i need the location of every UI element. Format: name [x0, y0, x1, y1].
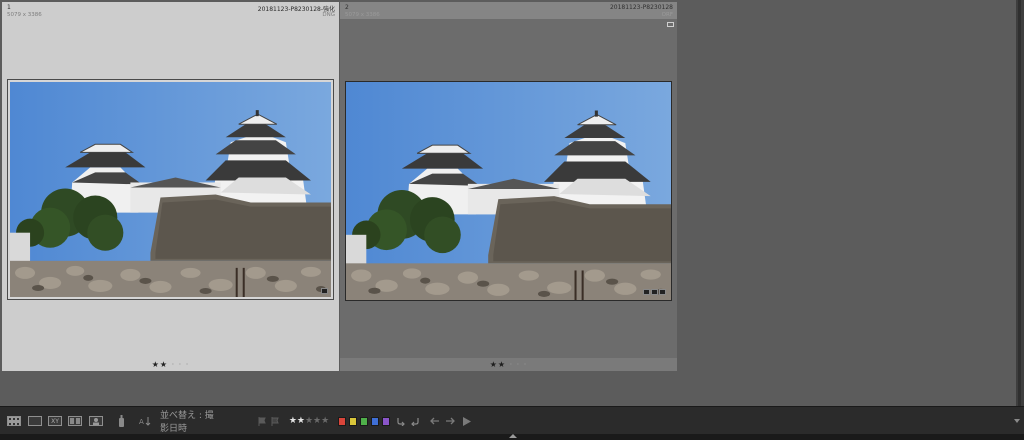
- svg-text:A: A: [139, 418, 144, 426]
- rating-stars[interactable]: ★★: [490, 360, 506, 369]
- slideshow-button[interactable]: [462, 415, 472, 427]
- reject-flag-icon: [271, 416, 279, 426]
- compare-icon: XY: [48, 416, 62, 426]
- metadata-badge-icon[interactable]: [667, 22, 674, 27]
- color-label-yellow[interactable]: [349, 416, 357, 426]
- people-view-button[interactable]: [88, 415, 104, 427]
- reject-flag-button[interactable]: [270, 415, 280, 427]
- thumbnail-badges[interactable]: [321, 288, 328, 294]
- loupe-view-button[interactable]: [27, 415, 43, 427]
- rotate-left-icon: [397, 418, 405, 426]
- rotate-left-button[interactable]: [396, 415, 406, 427]
- sort-criteria-select[interactable]: 並べ替え : 撮影日時: [160, 411, 220, 434]
- cell-index: 1: [7, 4, 11, 11]
- survey-view-button[interactable]: [67, 415, 83, 427]
- color-label-group: [338, 415, 390, 427]
- compare-view-button[interactable]: XY: [47, 415, 63, 427]
- library-toolbar: XY A 並べ替え : 撮影日時 ★★ ★★★: [0, 406, 1024, 434]
- painter-icon: [118, 415, 124, 427]
- color-label-purple[interactable]: [382, 416, 390, 426]
- pick-flag-button[interactable]: [257, 415, 267, 427]
- flag-icon: [258, 416, 266, 426]
- previous-photo-button[interactable]: [430, 415, 440, 427]
- rotate-right-button[interactable]: [410, 415, 420, 427]
- grid-cell-1[interactable]: 1 5079 x 3386 20181123-P8230128-強化 DNG ★…: [2, 2, 339, 371]
- painter-button[interactable]: [116, 415, 126, 427]
- cell-index: 2: [345, 4, 349, 11]
- rotate-right-icon: [411, 418, 419, 426]
- loupe-icon: [28, 416, 42, 426]
- next-photo-button[interactable]: [445, 415, 455, 427]
- sort-icon: A: [139, 417, 151, 426]
- cell-dimensions: 5079 x 3386: [7, 12, 42, 18]
- color-label-red[interactable]: [338, 416, 346, 426]
- develop-badge-icon[interactable]: [659, 289, 666, 295]
- grid-view-button[interactable]: [6, 415, 22, 427]
- cell-extension: DNG: [322, 12, 335, 18]
- rating-dots[interactable]: · · ·: [172, 360, 190, 369]
- color-label-green[interactable]: [360, 416, 368, 426]
- rating-stars[interactable]: ★★: [152, 360, 168, 369]
- thumbnail-image[interactable]: [10, 82, 331, 297]
- cell-extension: ORF: [661, 12, 673, 18]
- color-label-blue[interactable]: [371, 416, 379, 426]
- thumbnail-frame[interactable]: [7, 79, 334, 300]
- cell-filename: 20181123-P8230128: [609, 4, 673, 11]
- grid-cell-2[interactable]: 2 5079 x 3386 20181123-P8230128 ORF ★★ ·…: [340, 2, 677, 371]
- chevron-down-icon: [1014, 419, 1020, 423]
- filmstrip-collapse-bar[interactable]: [0, 434, 1024, 440]
- rating-dots[interactable]: · · ·: [510, 360, 528, 369]
- toolbar-rating[interactable]: ★★ ★★★: [287, 415, 331, 427]
- crop-badge-icon[interactable]: [651, 289, 658, 295]
- grid-icon: [7, 416, 21, 426]
- arrow-right-icon: [446, 417, 455, 425]
- thumbnail-badges[interactable]: [643, 289, 666, 295]
- scrollbar[interactable]: [1016, 0, 1024, 406]
- cell-dimensions: 5079 x 3386: [345, 12, 380, 18]
- library-grid: 1 5079 x 3386 20181123-P8230128-強化 DNG ★…: [0, 0, 1016, 406]
- thumbnail-image[interactable]: [346, 82, 671, 300]
- cell-rating[interactable]: ★★ · · ·: [340, 360, 677, 369]
- rating-stars-on[interactable]: ★★: [289, 416, 305, 426]
- survey-icon: [68, 416, 82, 426]
- sort-direction-button[interactable]: A: [138, 415, 154, 427]
- play-icon: [463, 416, 471, 426]
- cell-rating[interactable]: ★★ · · ·: [2, 360, 339, 369]
- arrow-left-icon: [430, 417, 439, 425]
- people-icon: [89, 416, 103, 426]
- develop-badge-icon[interactable]: [321, 288, 328, 294]
- thumbnail-frame[interactable]: [345, 81, 672, 301]
- toolbar-menu-button[interactable]: [1012, 415, 1022, 427]
- chevron-up-icon[interactable]: [509, 434, 517, 438]
- rating-stars-off[interactable]: ★★★: [305, 416, 329, 426]
- keyword-badge-icon[interactable]: [643, 289, 650, 295]
